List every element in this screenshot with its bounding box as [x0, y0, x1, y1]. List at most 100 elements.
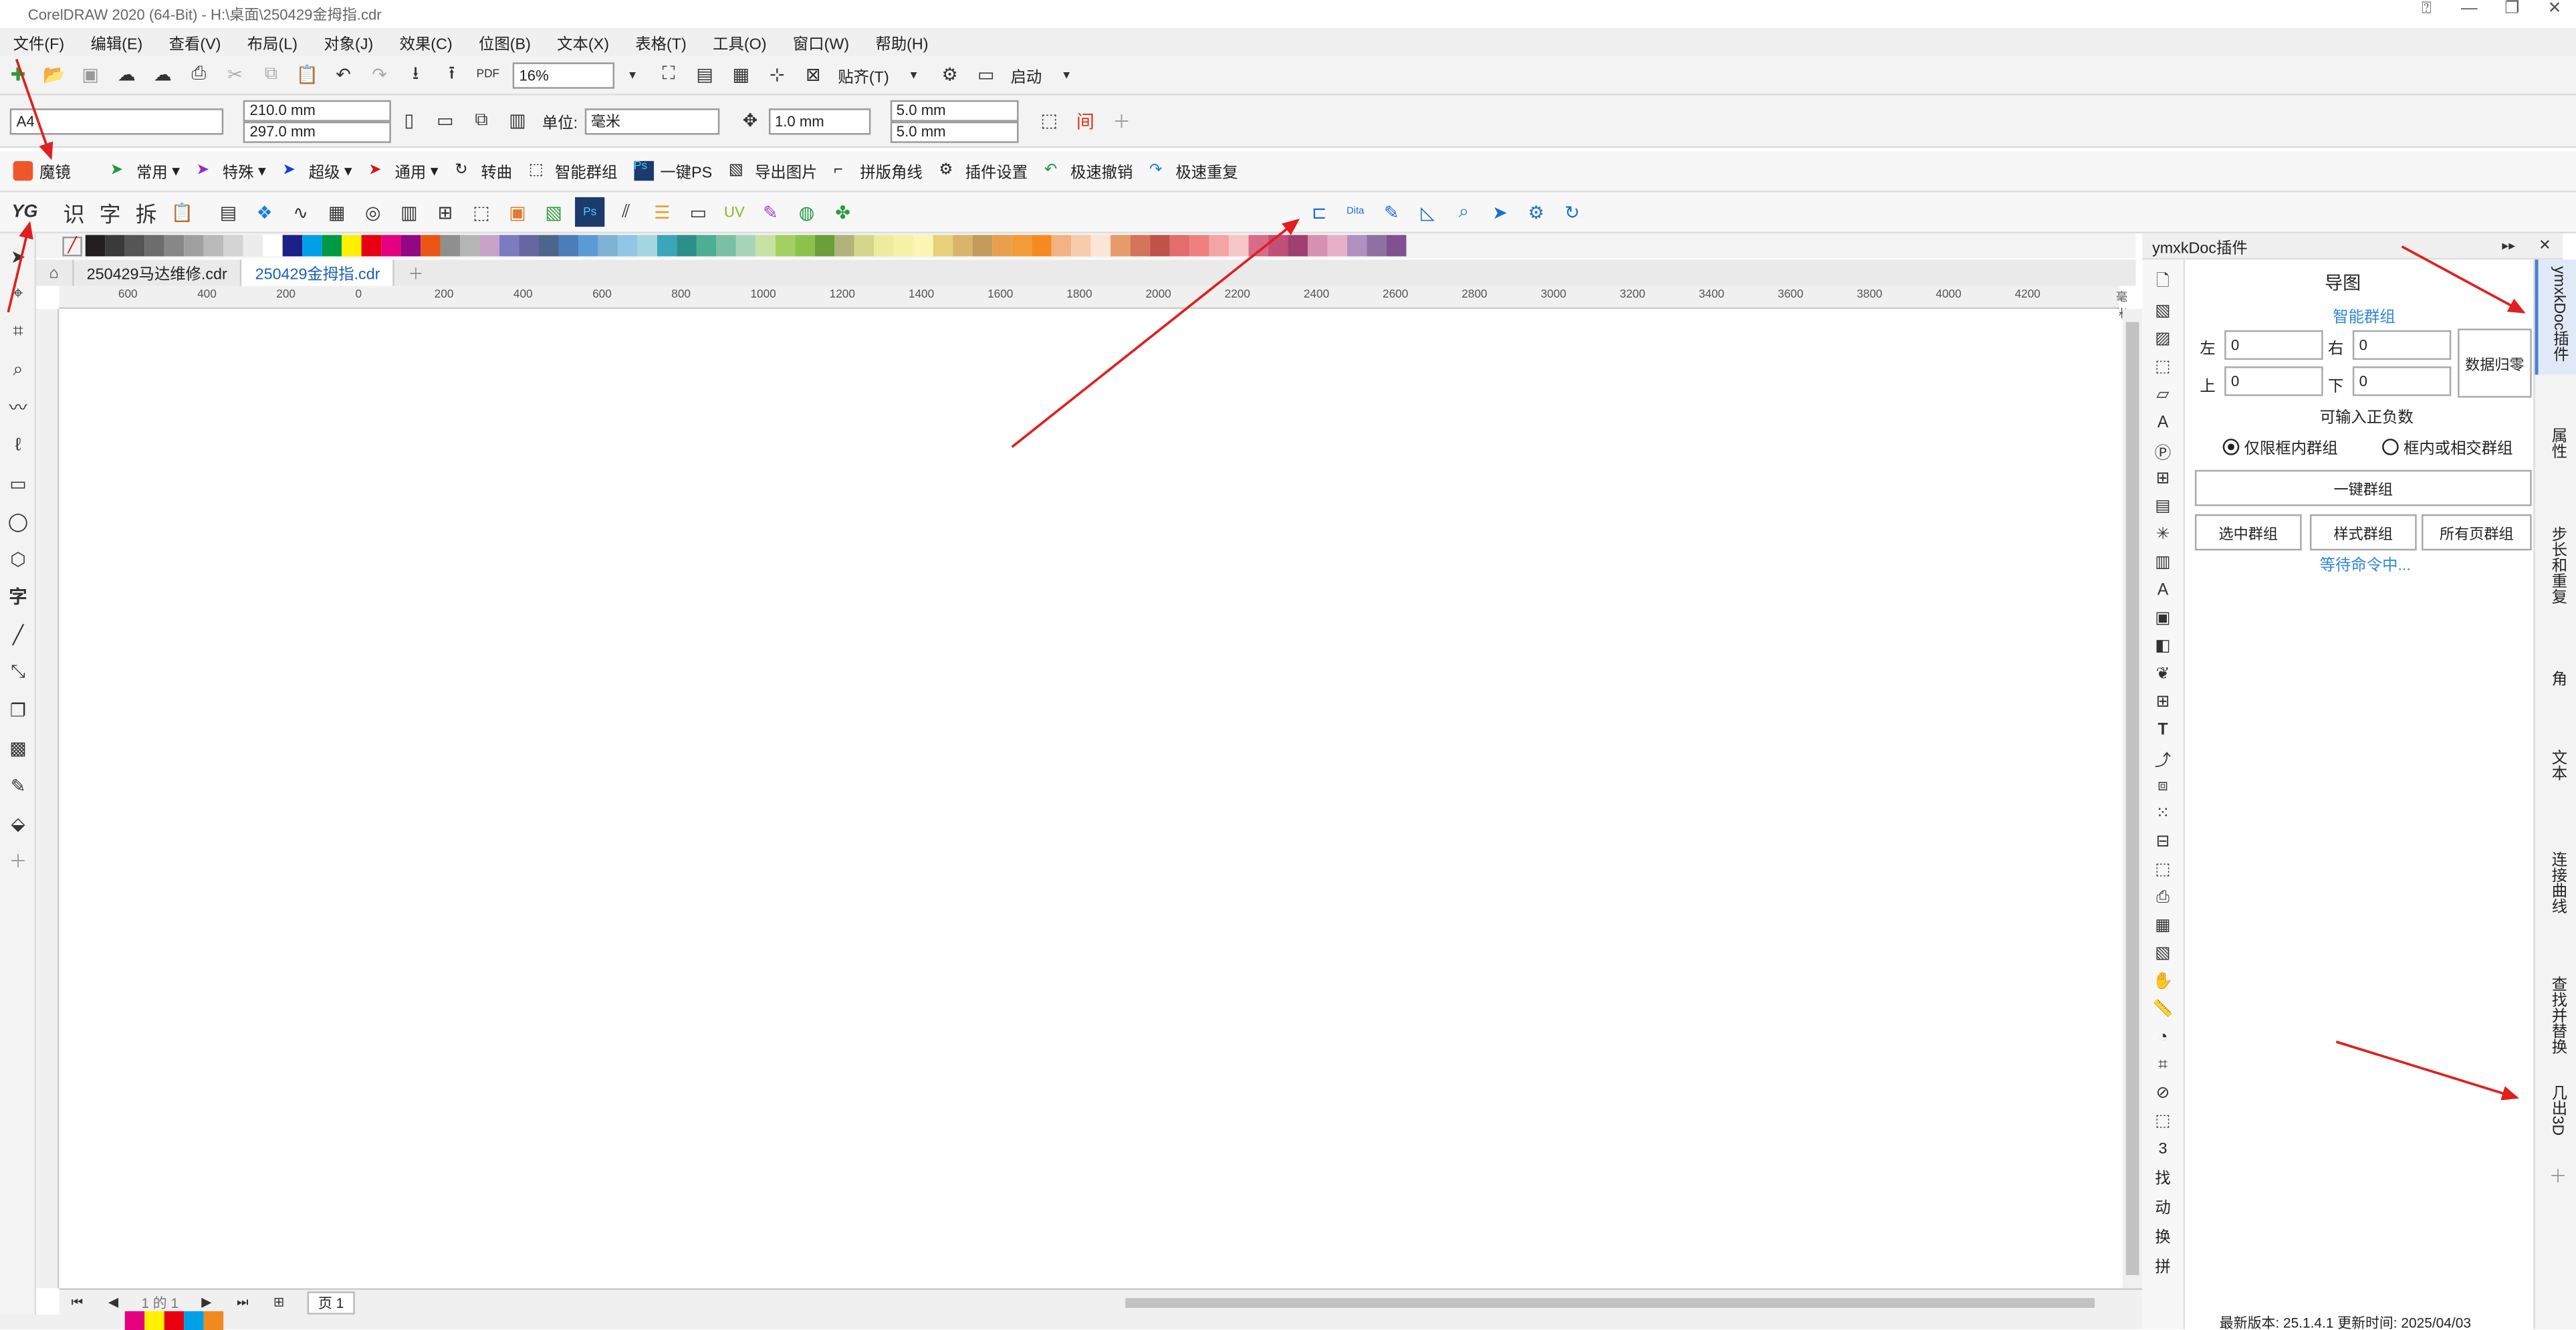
status-swatch-magenta[interactable] — [124, 1311, 145, 1330]
image-green-icon[interactable]: ▧ — [539, 197, 568, 227]
palette-swatch[interactable] — [1169, 235, 1190, 257]
tab-text[interactable]: 文本 — [2535, 716, 2576, 798]
style-group-button[interactable]: 样式群组 — [2309, 514, 2417, 551]
radio-inside[interactable]: 仅限框内群组 — [2222, 435, 2338, 459]
shape-tool-icon[interactable]: ⌖ — [3, 280, 33, 309]
cloud-download-icon[interactable]: ☁ — [112, 60, 141, 90]
ruler-icon[interactable]: 📏 — [2149, 996, 2176, 1022]
bottom-input[interactable]: 0 — [2352, 366, 2452, 397]
super-button[interactable]: ➤ 超级 ▾ — [282, 159, 352, 183]
collapse-docker-icon[interactable]: ▸▸ — [2494, 231, 2523, 260]
palette-swatch[interactable] — [1248, 235, 1269, 257]
palette-swatch[interactable] — [854, 235, 874, 257]
chevron-down-icon[interactable]: ▾ — [618, 60, 647, 90]
recognize-button[interactable]: 识 — [59, 197, 88, 227]
zoom-tool-icon[interactable]: ⌕ — [3, 355, 33, 384]
text-box-icon[interactable]: ⊟ — [2149, 828, 2176, 854]
picture-icon[interactable]: ▧ — [2149, 298, 2176, 324]
qr-code-icon[interactable]: ▦ — [2149, 912, 2176, 938]
menu-object[interactable]: 对象(J) — [311, 30, 386, 53]
path-icon[interactable]: ⤴ — [2149, 744, 2176, 770]
tab-document-2[interactable]: 250429金拇指.cdr — [241, 259, 395, 286]
right-input[interactable]: 0 — [2352, 330, 2452, 360]
menu-window[interactable]: 窗口(W) — [780, 30, 862, 53]
no-color-icon[interactable]: ╱ — [62, 235, 82, 256]
chevron-down-icon[interactable]: ▾ — [899, 60, 928, 90]
status-swatch-blue[interactable] — [184, 1311, 204, 1330]
ps-circle-icon[interactable]: Ⓟ — [2149, 437, 2176, 463]
palette-swatch[interactable] — [1386, 235, 1407, 257]
pointer-icon[interactable]: ➤ — [1485, 197, 1514, 227]
paste-special-icon[interactable]: 📋 — [168, 197, 197, 227]
palette-swatch[interactable] — [1090, 235, 1111, 257]
launch-icon[interactable]: ▭ — [971, 60, 1001, 90]
export-image-button[interactable]: ▧ 导出图片 — [729, 159, 818, 183]
one-key-group-button[interactable]: 一键群组 — [2194, 469, 2532, 506]
import-icon[interactable]: ⭳ — [401, 60, 431, 90]
portrait-icon[interactable]: ▯ — [394, 106, 424, 135]
settings-blue-icon[interactable]: ⚙ — [1521, 197, 1550, 227]
menu-layout[interactable]: 布局(L) — [234, 30, 311, 53]
qr-icon[interactable]: ▦ — [322, 197, 352, 227]
palette-swatch[interactable] — [933, 235, 953, 257]
home-icon[interactable]: ⌂ — [36, 259, 74, 286]
add-page-icon[interactable]: ⊞ — [264, 1287, 294, 1317]
palette-swatch[interactable] — [361, 235, 382, 257]
smart-group-label[interactable]: 智能群组 — [2333, 304, 2395, 327]
menu-help[interactable]: 帮助(H) — [862, 30, 941, 53]
tab-document-1[interactable]: 250429马达维修.cdr — [74, 259, 242, 286]
frame-icon[interactable]: ⬚ — [2149, 353, 2176, 379]
minimize-button[interactable]: — — [2448, 0, 2490, 18]
rectangle-tool-icon[interactable]: ▭ — [3, 468, 33, 497]
reset-data-button[interactable]: 数据归零 — [2458, 328, 2532, 398]
gallery-icon[interactable]: ▨ — [2149, 326, 2176, 352]
page-height-field[interactable]: 297.0 mm — [243, 120, 391, 142]
hand-icon[interactable]: ✋ — [2149, 968, 2176, 994]
palette-swatch[interactable] — [1367, 235, 1387, 257]
zoom-level-field[interactable]: 16% — [512, 62, 615, 88]
tab-corners[interactable]: 角 — [2535, 637, 2576, 703]
crop-tool-icon[interactable]: ⌗ — [3, 317, 33, 346]
menu-text[interactable]: 文本(X) — [544, 30, 622, 53]
flower-icon[interactable]: ❖ — [250, 197, 279, 227]
page-frame-icon[interactable]: ⬚ — [1034, 106, 1064, 135]
document-icon[interactable]: 🗋 — [2149, 269, 2176, 296]
copy-icon[interactable]: ⧉ — [256, 60, 285, 90]
palette-swatch[interactable] — [243, 235, 263, 257]
distribute-icon[interactable]: ⊞ — [431, 197, 460, 227]
tab-step-repeat[interactable]: 步长和重复 — [2535, 493, 2576, 625]
circle-target-icon[interactable]: ◎ — [358, 197, 388, 227]
palette-swatch[interactable] — [1032, 235, 1052, 257]
palette-swatch[interactable] — [735, 235, 756, 257]
palette-swatch[interactable] — [1268, 235, 1288, 257]
plugin-red-icon[interactable]: 间 — [1070, 106, 1100, 135]
iconcol-3[interactable]: 3 — [2142, 1135, 2183, 1165]
palette-swatch[interactable] — [184, 235, 204, 257]
palette-swatch[interactable] — [1288, 235, 1308, 257]
bar-align-icon[interactable]: ▥ — [394, 197, 424, 227]
chevron-down-icon[interactable]: ▾ — [1052, 60, 1081, 90]
palette-swatch[interactable] — [578, 235, 598, 257]
palette-swatch[interactable] — [302, 235, 322, 257]
special-button[interactable]: ➤ 特殊 ▾ — [197, 159, 266, 183]
palette-swatch[interactable] — [992, 235, 1012, 257]
all-pages-group-button[interactable]: 所有页群组 — [2422, 514, 2532, 551]
new-document-icon[interactable]: ✚ — [3, 60, 33, 90]
grid-2-icon[interactable]: ⊞ — [2149, 689, 2176, 715]
palette-swatch[interactable] — [972, 235, 993, 257]
drawing-canvas[interactable] — [59, 308, 2119, 1289]
palette-swatch[interactable] — [598, 235, 618, 257]
fast-undo-button[interactable]: ↶ 极速撤销 — [1044, 159, 1133, 183]
palette-swatch[interactable] — [381, 235, 401, 257]
bars-icon[interactable]: ▥ — [2149, 549, 2176, 575]
text-ai-icon[interactable]: A — [2149, 409, 2176, 435]
mesh-icon[interactable]: ⌗ — [2149, 1052, 2176, 1078]
palette-swatch[interactable] — [1110, 235, 1131, 257]
ruler-grid-icon[interactable]: ▭ — [683, 197, 713, 227]
iconcol-join[interactable]: 拼 — [2142, 1254, 2183, 1283]
common-button[interactable]: ➤ 常用 ▾ — [110, 159, 180, 183]
nudge-distance-field[interactable]: 1.0 mm — [768, 107, 870, 134]
pencil-icon[interactable]: ✎ — [1377, 197, 1406, 227]
triangle-icon[interactable]: ◺ — [1413, 197, 1442, 227]
palette-swatch[interactable] — [322, 235, 342, 257]
